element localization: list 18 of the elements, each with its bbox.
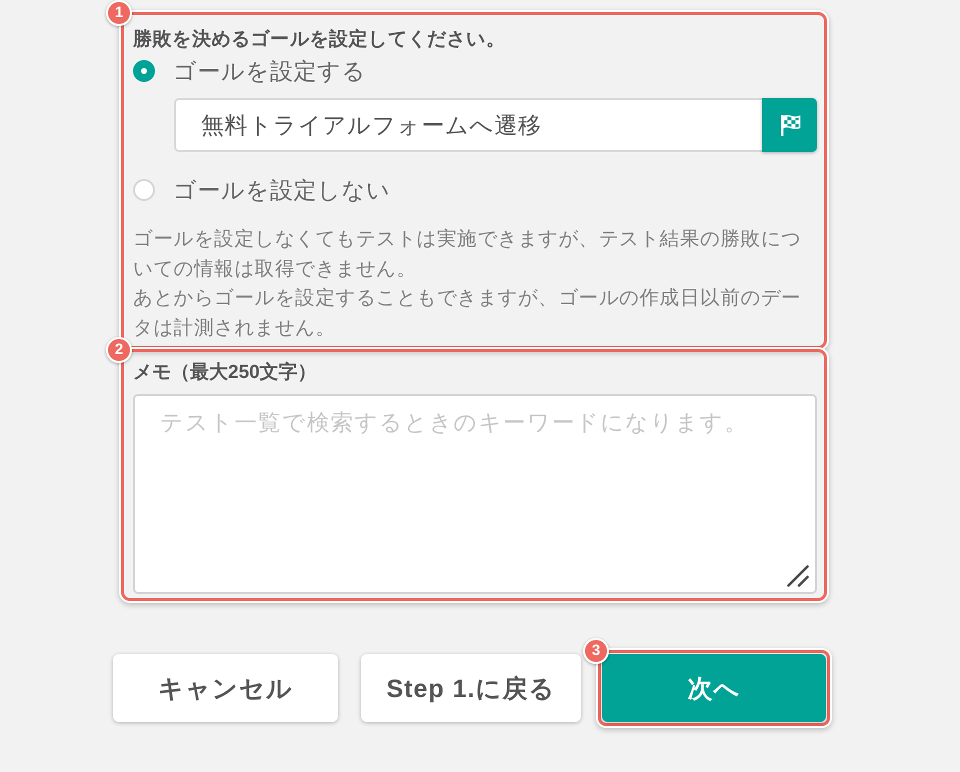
section-title: 勝敗を決めるゴールを設定してください。 bbox=[133, 28, 506, 52]
callout-number: 2 bbox=[106, 337, 132, 363]
radio-label[interactable]: ゴールを設定しない bbox=[173, 175, 390, 205]
memo-field[interactable]: テスト一覧で検索するときのキーワードになります。 bbox=[133, 394, 817, 594]
goal-input[interactable]: 無料トライアルフォームへ遷移 bbox=[174, 98, 762, 152]
resize-grip-icon[interactable] bbox=[787, 565, 809, 587]
radio-label[interactable]: ゴールを設定する bbox=[173, 56, 366, 86]
goal-picker-button[interactable] bbox=[762, 98, 817, 152]
help-text: あとからゴールを設定することもできますが、ゴールの作成日以前のデータは計測されません。 bbox=[133, 286, 802, 340]
radio-button[interactable] bbox=[133, 179, 155, 201]
help-text: ゴールを設定しなくてもテストは実施できますが、テスト結果の勝敗についての情報は取得できません。 bbox=[133, 227, 802, 282]
back-button[interactable]: Step 1.に戻る bbox=[361, 654, 581, 722]
checkered-flag-icon bbox=[778, 114, 800, 136]
cancel-button[interactable]: キャンセル bbox=[113, 654, 338, 722]
callout-number: 1 bbox=[106, 0, 132, 26]
radio-button[interactable] bbox=[133, 60, 155, 82]
memo-label: メモ（最大250文字） bbox=[133, 361, 318, 385]
callout-number: 3 bbox=[583, 638, 609, 664]
